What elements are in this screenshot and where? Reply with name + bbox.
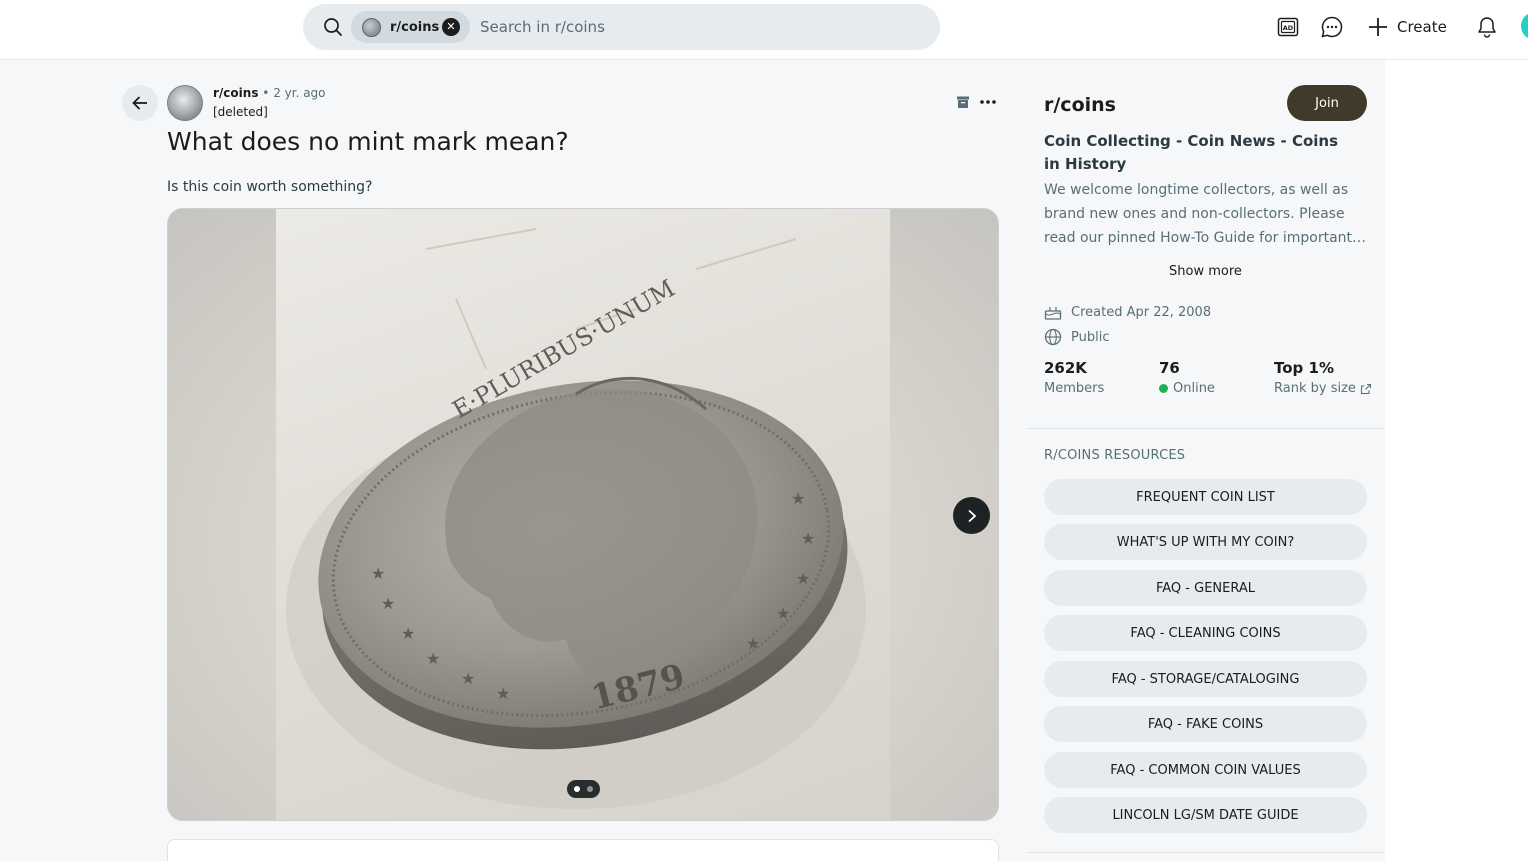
stat-members: 262K Members bbox=[1044, 359, 1104, 396]
create-label: Create bbox=[1397, 18, 1447, 36]
search-icon bbox=[324, 18, 342, 36]
coin-image: ★★★ ★★★ ★★★ ★★ 1879 E·PLURIBUS·UNUM bbox=[286, 228, 866, 809]
image-gallery[interactable]: ★ ★ ★ ★ ★ ★ ★ ★ ★ ★ ★ 1879 E·PLURIBUS·UNUM bbox=[167, 208, 999, 821]
gallery-dot-1[interactable] bbox=[574, 786, 580, 792]
user-avatar[interactable] bbox=[1521, 12, 1528, 40]
chevron-right-icon bbox=[967, 509, 976, 522]
post-body: Is this coin worth something? bbox=[167, 179, 373, 195]
stat-value: 262K bbox=[1044, 359, 1087, 377]
resource-button-faq-storage[interactable]: FAQ - STORAGE/CATALOGING bbox=[1044, 661, 1367, 697]
archive-icon bbox=[957, 96, 969, 108]
ad-icon[interactable]: AD bbox=[1276, 15, 1300, 39]
resource-button-lincoln-guide[interactable]: LINCOLN LG/SM DATE GUIDE bbox=[1044, 797, 1367, 833]
globe-icon bbox=[1044, 328, 1062, 346]
gallery-dot-2[interactable] bbox=[587, 786, 593, 792]
svg-text:★: ★ bbox=[776, 604, 790, 623]
more-icon[interactable] bbox=[978, 94, 998, 110]
show-more-button[interactable]: Show more bbox=[1044, 264, 1367, 279]
resource-button-faq-values[interactable]: FAQ - COMMON COIN VALUES bbox=[1044, 752, 1367, 788]
search-bar[interactable]: r/coins ✕ bbox=[303, 4, 940, 50]
community-headline: Coin Collecting - Coin News - Coins in H… bbox=[1044, 132, 1339, 173]
sidebar-divider bbox=[1026, 428, 1385, 429]
resource-button-frequent-coin-list[interactable]: FREQUENT COIN LIST bbox=[1044, 479, 1367, 515]
sidebar-divider bbox=[1026, 852, 1385, 853]
stat-label: Members bbox=[1044, 381, 1105, 396]
post-title: What does no mint mark mean? bbox=[167, 127, 569, 156]
created-label: Created Apr 22, 2008 bbox=[1071, 304, 1212, 320]
svg-text:★: ★ bbox=[371, 564, 385, 583]
stat-label: Online bbox=[1159, 381, 1215, 396]
post-subreddit-link[interactable]: r/coins bbox=[213, 86, 258, 100]
create-button[interactable]: Create bbox=[1367, 14, 1447, 40]
comment-box[interactable] bbox=[167, 839, 999, 861]
plus-icon bbox=[1369, 18, 1387, 36]
svg-text:★: ★ bbox=[381, 594, 395, 613]
svg-text:★: ★ bbox=[401, 624, 415, 643]
chat-icon[interactable] bbox=[1320, 15, 1344, 39]
external-link-icon bbox=[1360, 383, 1371, 394]
resource-button-faq-general[interactable]: FAQ - GENERAL bbox=[1044, 570, 1367, 606]
svg-text:★: ★ bbox=[426, 649, 440, 668]
svg-text:★: ★ bbox=[746, 634, 760, 653]
close-icon[interactable]: ✕ bbox=[442, 18, 460, 36]
resources-title: R/COINS RESOURCES bbox=[1044, 448, 1186, 463]
svg-text:AD: AD bbox=[1283, 24, 1294, 32]
post-age: • 2 yr. ago bbox=[262, 86, 326, 100]
stat-label: Rank by size bbox=[1274, 381, 1372, 396]
gallery-pagination bbox=[567, 780, 600, 798]
resource-button-whats-up[interactable]: WHAT'S UP WITH MY COIN? bbox=[1044, 524, 1367, 560]
back-arrow-icon bbox=[132, 96, 147, 110]
stat-rank[interactable]: Top 1% Rank by size bbox=[1274, 359, 1372, 396]
visibility: Public bbox=[1044, 328, 1109, 346]
cake-icon bbox=[1044, 307, 1062, 320]
svg-text:★: ★ bbox=[791, 489, 805, 508]
community-sidebar: r/coins Join Coin Collecting - Coin News… bbox=[1026, 60, 1385, 861]
stat-online: 76 Online bbox=[1159, 359, 1215, 396]
back-button[interactable] bbox=[122, 85, 158, 121]
resource-button-faq-cleaning[interactable]: FAQ - CLEANING COINS bbox=[1044, 615, 1367, 651]
post-main: r/coins • 2 yr. ago [deleted] What does … bbox=[0, 60, 1026, 861]
right-margin bbox=[1385, 60, 1528, 861]
top-header: r/coins ✕ AD Create bbox=[0, 0, 1528, 60]
community-description: We welcome longtime collectors, as well … bbox=[1044, 182, 1367, 246]
stat-value: Top 1% bbox=[1274, 359, 1334, 377]
svg-text:★: ★ bbox=[796, 569, 810, 588]
created-date: Created Apr 22, 2008 bbox=[1044, 303, 1211, 321]
svg-text:★: ★ bbox=[496, 684, 510, 703]
sidebar-title[interactable]: r/coins bbox=[1044, 94, 1116, 116]
bell-icon[interactable] bbox=[1475, 15, 1499, 39]
subreddit-avatar[interactable] bbox=[167, 85, 203, 121]
next-image-button[interactable] bbox=[953, 497, 990, 534]
coin-photo[interactable]: ★ ★ ★ ★ ★ ★ ★ ★ ★ ★ ★ 1879 E·PLURIBUS·UNUM bbox=[276, 209, 890, 820]
chip-label: r/coins bbox=[390, 19, 440, 35]
join-button[interactable]: Join bbox=[1287, 85, 1367, 121]
online-dot bbox=[1159, 384, 1168, 393]
search-input[interactable] bbox=[480, 16, 880, 38]
subreddit-avatar bbox=[362, 17, 381, 37]
visibility-label: Public bbox=[1071, 329, 1110, 345]
stat-value: 76 bbox=[1159, 359, 1180, 377]
post-author: [deleted] bbox=[213, 105, 268, 119]
post-meta: r/coins • 2 yr. ago bbox=[213, 86, 326, 100]
subreddit-search-chip[interactable]: r/coins ✕ bbox=[351, 11, 470, 43]
svg-text:★: ★ bbox=[801, 529, 815, 548]
svg-text:★: ★ bbox=[461, 669, 475, 688]
resource-button-faq-fake[interactable]: FAQ - FAKE COINS bbox=[1044, 706, 1367, 742]
